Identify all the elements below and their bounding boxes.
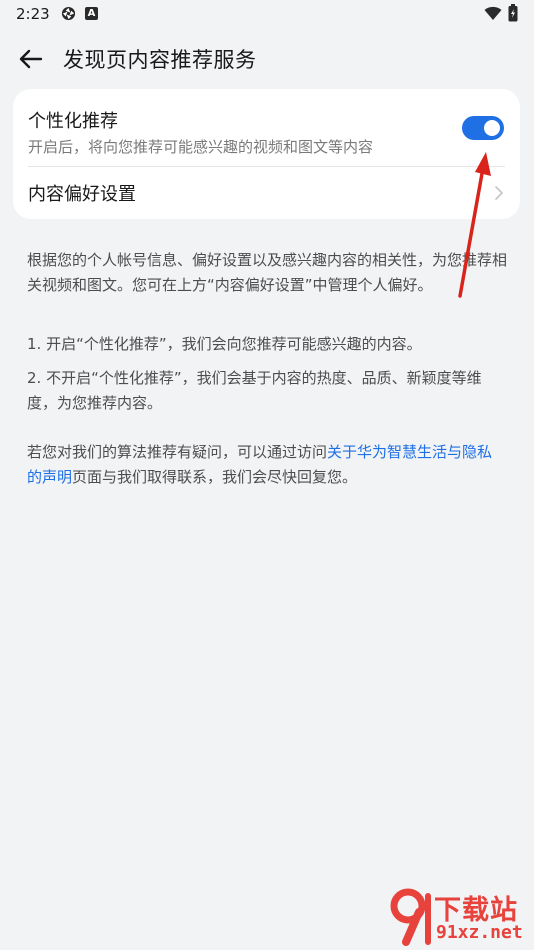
- status-time: 2:23: [16, 5, 50, 23]
- personalized-recommendation-title: 个性化推荐: [28, 111, 118, 132]
- description-item-1-text: 1. 开启“个性化推荐”，我们会向您推荐可能感兴趣的内容。: [27, 335, 422, 353]
- description-item-1: 1. 开启“个性化推荐”，我们会向您推荐可能感兴趣的内容。: [27, 332, 507, 357]
- description-paragraph: 根据您的个人帐号信息、偏好设置以及感兴趣内容的相关性，为您推荐相关视频和图文。您…: [27, 248, 507, 298]
- page-title: 发现页内容推荐服务: [63, 48, 257, 72]
- personalized-recommendation-subtitle: 开启后，将向您推荐可能感兴趣的视频和图文等内容: [28, 138, 374, 156]
- toggle-knob: [484, 120, 500, 136]
- description-item-2: 2. 不开启“个性化推荐”，我们会基于内容的热度、品质、新颖度等维度，为您推荐内…: [27, 366, 507, 416]
- contact-paragraph: 若您对我们的算法推荐有疑问，可以通过访问关于华为智慧生活与隐私的声明页面与我们取…: [27, 440, 507, 490]
- content-preference-label: 内容偏好设置: [28, 184, 136, 205]
- status-bar: 2:23 A: [0, 0, 534, 28]
- description-text: 根据您的个人帐号信息、偏好设置以及感兴趣内容的相关性，为您推荐相关视频和图文。您…: [27, 251, 508, 294]
- back-arrow-icon[interactable]: [14, 42, 48, 76]
- battery-icon: [508, 4, 518, 22]
- watermark-logo-icon: [390, 888, 431, 946]
- contact-suffix: 页面与我们取得联系，我们会尽快回复您。: [72, 468, 358, 486]
- notification-badge-icon: A: [85, 7, 98, 20]
- contact-text: 若您对我们的算法推荐有疑问，可以通过访问关于华为智慧生活与隐私的声明页面与我们取…: [27, 440, 507, 490]
- watermark-domain: 91xz.net: [436, 922, 523, 943]
- watermark: 下载站 91xz.net: [388, 886, 534, 946]
- wifi-icon: [484, 6, 502, 20]
- annotation-arrow-icon: [458, 152, 491, 298]
- contact-prefix: 若您对我们的算法推荐有疑问，可以通过访问: [27, 443, 328, 461]
- personalized-recommendation-toggle[interactable]: [462, 116, 504, 140]
- app-bar: 发现页内容推荐服务: [0, 36, 534, 82]
- aperture-icon: [61, 6, 76, 21]
- description-item-2-text: 2. 不开启“个性化推荐”，我们会基于内容的热度、品质、新颖度等维度，为您推荐内…: [27, 369, 482, 412]
